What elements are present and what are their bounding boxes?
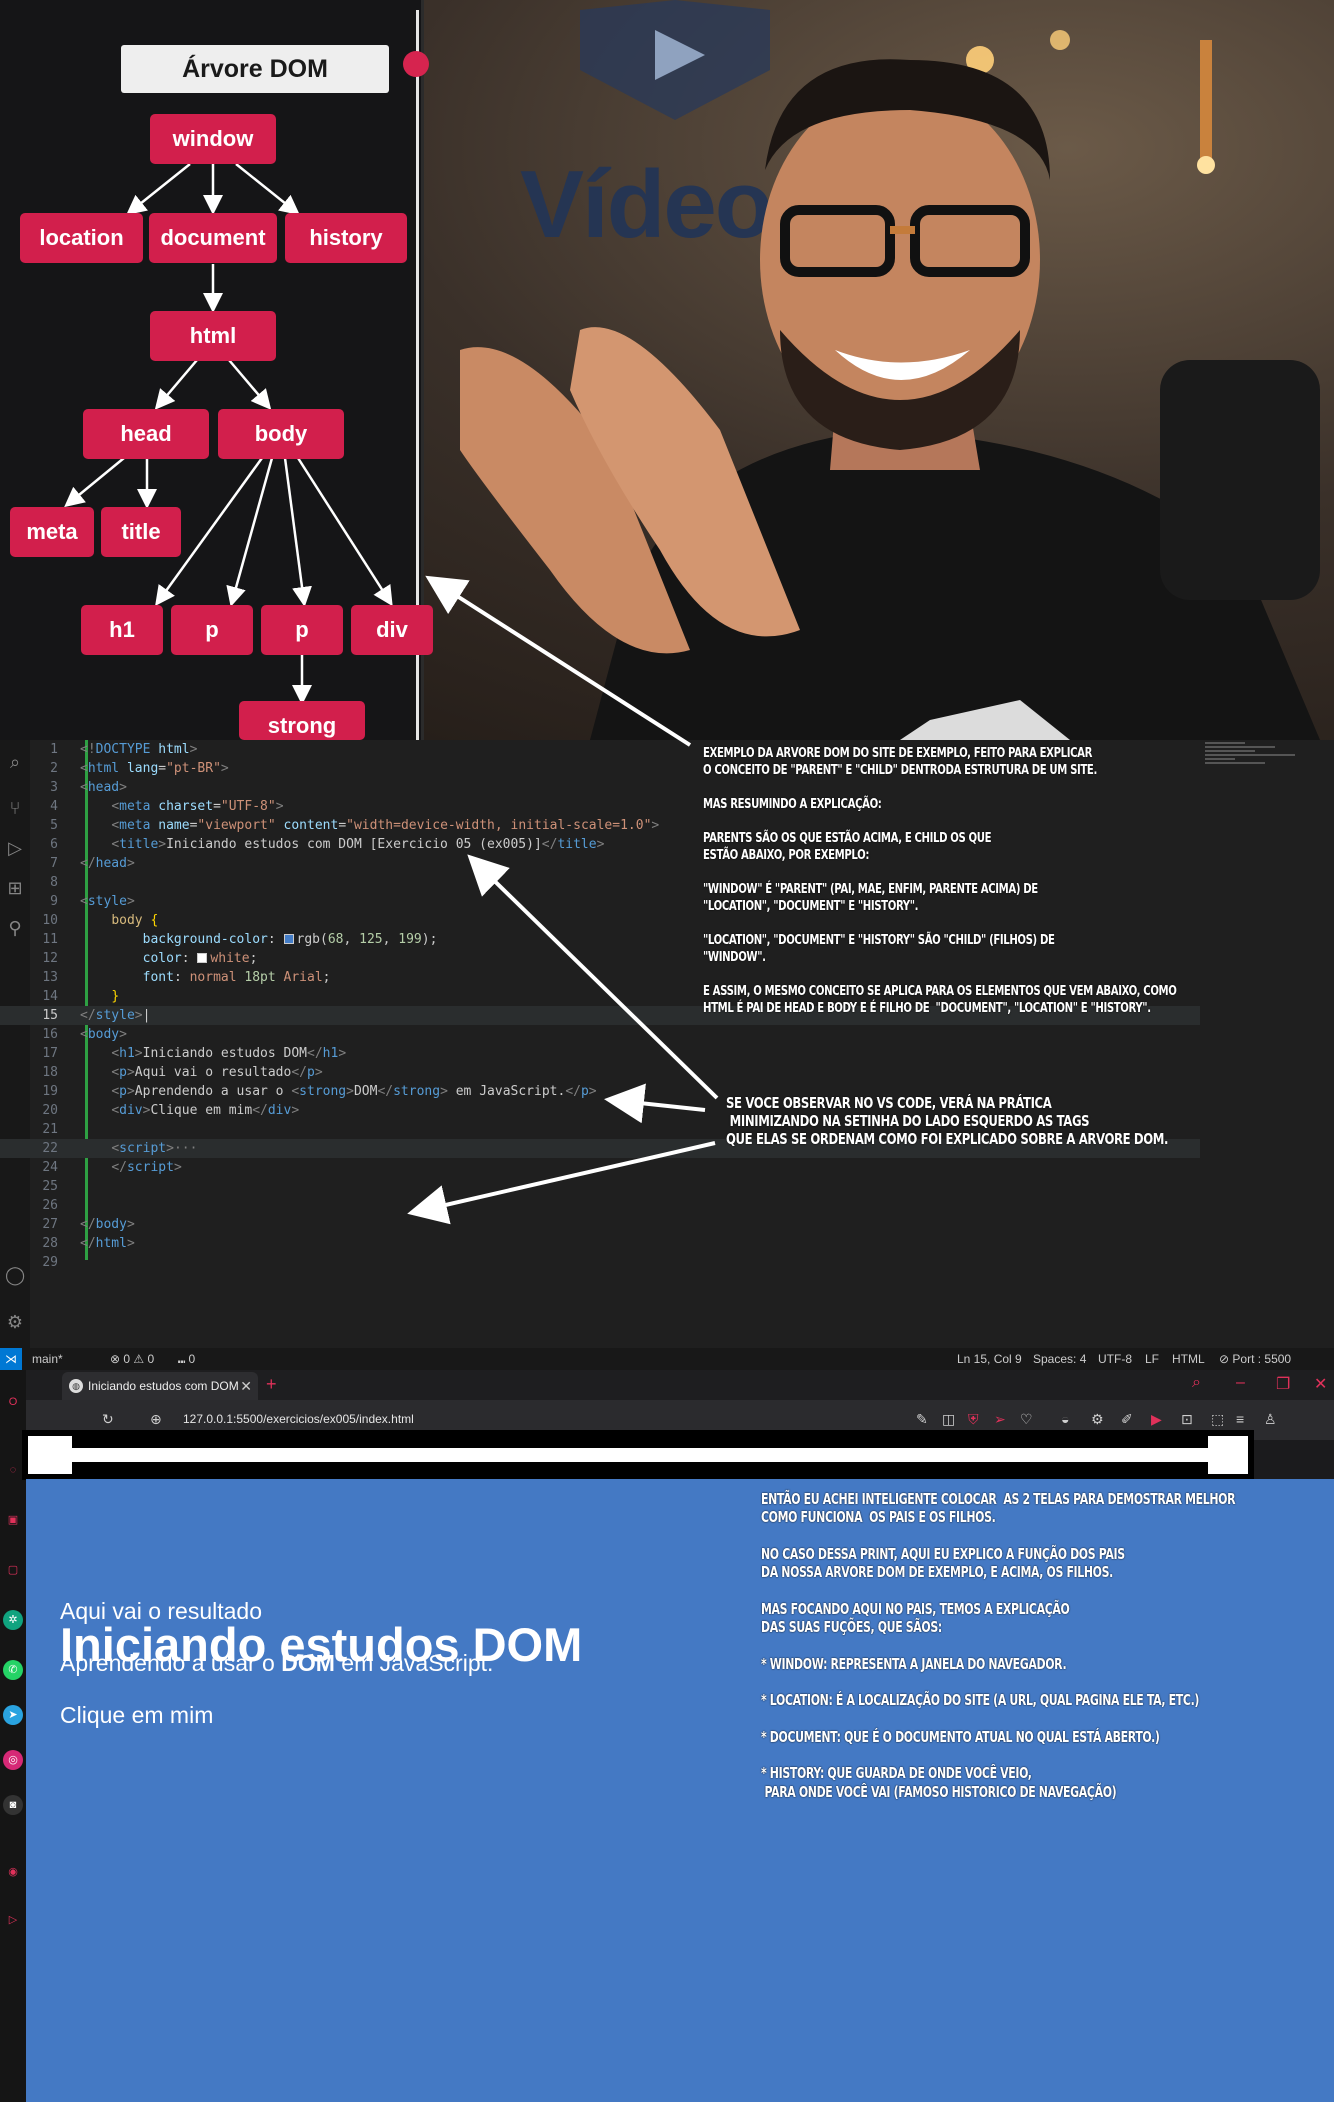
telegram-icon[interactable]: ➤ (3, 1705, 23, 1725)
code-line-16[interactable]: 16 <body> (0, 1025, 1200, 1044)
shield-icon[interactable]: ⛨ (968, 1411, 979, 1428)
indentation[interactable]: Spaces: 4 (1033, 1352, 1086, 1366)
status-bar: ⋊ main* ⊗ 0 ⚠ 0 ⑉ 0 Ln 15, Col 9 Spaces:… (0, 1348, 1334, 1370)
send-icon[interactable]: ➢ (994, 1411, 1006, 1428)
code-line-28[interactable]: 28 </html> (0, 1234, 1200, 1253)
code-line-17[interactable]: 17 <h1>Iniciando estudos DOM</h1> (0, 1044, 1200, 1063)
line-ending[interactable]: LF (1145, 1352, 1159, 1366)
node-body: body (218, 409, 344, 459)
close-icon[interactable]: ✕ (240, 1372, 252, 1400)
search-tabs-icon[interactable]: ⌕ (1192, 1374, 1201, 1392)
node-div: div (351, 605, 433, 655)
presenter-image (460, 30, 1320, 740)
heart-icon[interactable]: ♡ (1020, 1411, 1033, 1428)
annotation-text: SE VOCE OBSERVAR NO VS CODE, VERÁ NA PRÁ… (726, 1094, 1169, 1148)
close-window-icon[interactable]: ✕ (1314, 1374, 1327, 1394)
branch-status[interactable]: main* (32, 1352, 63, 1366)
remote-icon[interactable]: ⋊ (0, 1348, 22, 1370)
minimize-icon[interactable]: – (1236, 1374, 1245, 1392)
cursor-position[interactable]: Ln 15, Col 9 (957, 1352, 1022, 1366)
dom-tree-panel: Árvore DOM window location document hist… (0, 0, 433, 740)
player-icon[interactable]: ◉ (3, 1862, 23, 1882)
settings-gear-icon[interactable]: ⚙ (5, 1312, 25, 1332)
live-server-port[interactable]: ⊘ Port : 5500 (1219, 1352, 1291, 1366)
opera-icon[interactable]: O (3, 1392, 23, 1412)
screenshot-root: Vídeo Árvore DOM window location documen… (0, 0, 1334, 2102)
code-line-26[interactable]: 26 (0, 1196, 1200, 1215)
node-location: location (20, 213, 143, 263)
node-html: html (150, 311, 276, 361)
encoding[interactable]: UTF-8 (1098, 1352, 1132, 1366)
reload-icon[interactable]: ↻ (102, 1411, 114, 1428)
strong-text: DOM (281, 1650, 335, 1676)
tab-active[interactable]: ◍ Iniciando estudos com DOM ✕ (62, 1372, 258, 1400)
chatgpt-icon[interactable]: ✲ (3, 1610, 23, 1630)
node-document: document (149, 213, 277, 263)
profile-icon[interactable]: ♙ (1264, 1411, 1277, 1428)
code-line-24[interactable]: 24 </script> (0, 1158, 1200, 1177)
minimap[interactable] (1205, 740, 1325, 800)
box-icon[interactable]: ⬚ (1211, 1411, 1224, 1428)
menu-icon[interactable]: ≡ (1236, 1411, 1244, 1427)
annotation-text: EXEMPLO DA ARVORE DOM DO SITE DE EXEMPLO… (703, 746, 1177, 1016)
url-field[interactable]: 127.0.0.1:5500/exercicios/ex005/index.ht… (183, 1412, 414, 1426)
page-paragraph: Aqui vai o resultado (60, 1598, 263, 1624)
discord-icon[interactable]: ◙ (3, 1795, 23, 1815)
site-info-icon[interactable]: ⊕ (150, 1411, 162, 1428)
snapshot-icon[interactable]: ◫ (942, 1411, 955, 1428)
whatsapp-icon[interactable]: ✆ (3, 1660, 23, 1680)
node-window: window (150, 114, 276, 164)
puzzle-icon[interactable]: ⊡ (1181, 1411, 1193, 1428)
edit-icon[interactable]: ✎ (916, 1411, 928, 1428)
page-paragraph: Aprendendo a usar o DOM em JavaScript. (60, 1650, 494, 1676)
extension-icon[interactable]: ◒ (1061, 1411, 1069, 1427)
gear-icon[interactable]: ⚙ (1091, 1411, 1104, 1428)
node-history: history (285, 213, 407, 263)
redaction-bar (22, 1430, 1254, 1480)
node-head: head (83, 409, 209, 459)
sidebar-item-icon[interactable]: ◌ (3, 1460, 23, 1480)
flow-icon[interactable]: ▷ (3, 1910, 23, 1930)
node-title: title (101, 507, 181, 557)
tab-title: Iniciando estudos com DOM (88, 1379, 239, 1393)
language-mode[interactable]: HTML (1172, 1352, 1205, 1366)
tab-bar: ◍ Iniciando estudos com DOM ✕ + ⌕ – ❐ ✕ (26, 1370, 1334, 1400)
code-line-18[interactable]: 18 <p>Aqui vai o resultado</p> (0, 1063, 1200, 1082)
annotation-text: ENTÃO EU ACHEI INTELIGENTE COLOCAR AS 2 … (761, 1490, 1236, 1801)
youtube-icon[interactable]: ▶ (1151, 1411, 1162, 1428)
node-h1: h1 (81, 605, 163, 655)
problems-status[interactable]: ⊗ 0 ⚠ 0 (110, 1352, 154, 1366)
node-meta: meta (10, 507, 94, 557)
restore-icon[interactable]: ❐ (1276, 1374, 1290, 1394)
node-p: p (261, 605, 343, 655)
instagram-icon[interactable]: ◎ (3, 1750, 23, 1770)
code-line-25[interactable]: 25 (0, 1177, 1200, 1196)
node-strong: strong (239, 701, 365, 740)
sidebar-item-icon[interactable]: ▢ (3, 1560, 23, 1580)
code-line-29[interactable]: 29 (0, 1253, 1200, 1272)
sidebar-item-icon[interactable]: ▣ (3, 1510, 23, 1530)
ports-status[interactable]: ⑉ 0 (178, 1352, 195, 1366)
code-line-27[interactable]: 27 </body> (0, 1215, 1200, 1234)
globe-icon: ◍ (69, 1379, 83, 1393)
new-tab-icon[interactable]: + (266, 1374, 277, 1395)
node-p: p (171, 605, 253, 655)
video-frame: Vídeo Árvore DOM window location documen… (0, 0, 1334, 740)
clickable-div[interactable]: Clique em mim (60, 1702, 213, 1729)
eyedropper-icon[interactable]: ✐ (1121, 1411, 1133, 1428)
